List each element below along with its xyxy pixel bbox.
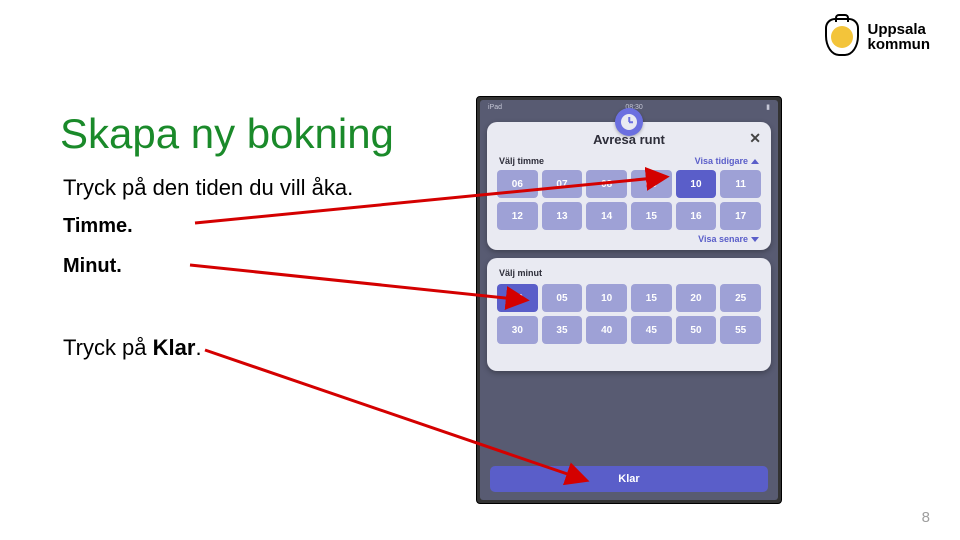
hour-cell[interactable]: 17 [720, 202, 761, 230]
minute-cell[interactable]: 30 [497, 316, 538, 344]
hour-cell[interactable]: 16 [676, 202, 717, 230]
hour-cell[interactable]: 15 [631, 202, 672, 230]
show-later-link[interactable]: Visa senare [698, 234, 759, 244]
done-button[interactable]: Klar [490, 466, 768, 492]
instruction-intro: Tryck på den tiden du vill åka. [63, 175, 353, 201]
minute-cell[interactable]: 00 [497, 284, 538, 312]
minute-cell[interactable]: 05 [542, 284, 583, 312]
hour-picker-card: ✕ Avresa runt Välj timme Visa tidigare 0… [487, 122, 771, 250]
minute-cell[interactable]: 40 [586, 316, 627, 344]
show-earlier-link[interactable]: Visa tidigare [695, 156, 759, 166]
hour-cell[interactable]: 11 [720, 170, 761, 198]
minute-section-label: Välj minut [499, 268, 542, 278]
hour-cell[interactable]: 07 [542, 170, 583, 198]
minute-picker-card: Välj minut 000510152025 303540455055 [487, 258, 771, 371]
minute-cell[interactable]: 45 [631, 316, 672, 344]
minute-cell[interactable]: 15 [631, 284, 672, 312]
page-number: 8 [922, 509, 930, 526]
hour-section-label: Välj timme [499, 156, 544, 166]
minute-cell[interactable]: 10 [586, 284, 627, 312]
label-hour: Timme. [63, 215, 133, 238]
minute-cell[interactable]: 55 [720, 316, 761, 344]
minute-cell[interactable]: 25 [720, 284, 761, 312]
minute-grid: 000510152025 303540455055 [497, 284, 761, 344]
label-minute: Minut. [63, 255, 122, 278]
hour-grid: 060708091011 121314151617 [497, 170, 761, 230]
logo-text: Uppsala kommun [867, 22, 930, 52]
hour-cell[interactable]: 13 [542, 202, 583, 230]
minute-cell[interactable]: 50 [676, 316, 717, 344]
modal-title: Avresa runt [487, 132, 771, 147]
minute-cell[interactable]: 35 [542, 316, 583, 344]
hour-cell[interactable]: 06 [497, 170, 538, 198]
hour-cell[interactable]: 09 [631, 170, 672, 198]
slide-title: Skapa ny bokning [60, 110, 394, 158]
phone-mockup: iPad08:30▮ ✕ Avresa runt Välj timme Visa… [476, 96, 782, 504]
org-logo: Uppsala kommun [825, 18, 930, 56]
hour-cell[interactable]: 08 [586, 170, 627, 198]
minute-cell[interactable]: 20 [676, 284, 717, 312]
hour-cell[interactable]: 10 [676, 170, 717, 198]
chevron-down-icon [751, 237, 759, 242]
shield-icon [825, 18, 859, 56]
hour-cell[interactable]: 14 [586, 202, 627, 230]
hour-cell[interactable]: 12 [497, 202, 538, 230]
chevron-up-icon [751, 159, 759, 164]
instruction-done: Tryck på Klar. [63, 335, 202, 361]
